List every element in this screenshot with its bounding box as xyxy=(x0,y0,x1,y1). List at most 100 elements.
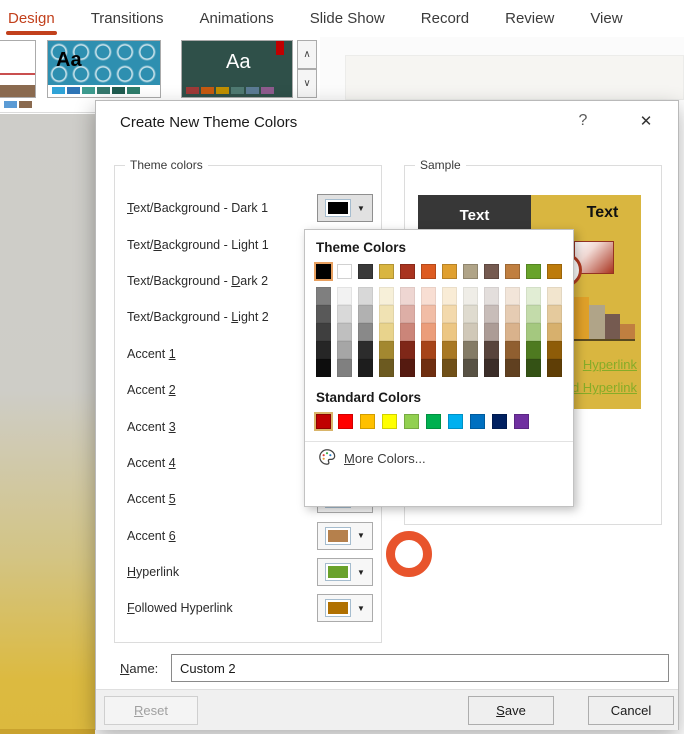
theme-color-variant-swatch[interactable] xyxy=(316,305,331,323)
standard-color-swatch[interactable] xyxy=(382,414,397,429)
theme-color-variant-swatch[interactable] xyxy=(421,323,436,341)
theme-thumbnail-3[interactable]: Aa xyxy=(181,40,293,98)
standard-color-swatch[interactable] xyxy=(470,414,485,429)
standard-color-swatch[interactable] xyxy=(426,414,441,429)
more-colors-button[interactable]: More Colors... xyxy=(316,442,562,475)
theme-color-swatch[interactable] xyxy=(505,264,520,279)
standard-color-swatch[interactable] xyxy=(492,414,507,429)
gallery-scroll-up-button[interactable]: ∧ xyxy=(297,40,317,69)
ribbon-tab-view[interactable]: View xyxy=(590,0,622,37)
theme-color-swatch[interactable] xyxy=(358,264,373,279)
ribbon-tab-design[interactable]: Design xyxy=(8,0,55,37)
close-icon[interactable]: ✕ xyxy=(634,112,658,130)
theme-color-swatch[interactable] xyxy=(379,264,394,279)
theme-color-variant-swatch[interactable] xyxy=(400,341,415,359)
theme-color-variant-swatch[interactable] xyxy=(337,359,352,377)
help-icon[interactable]: ? xyxy=(572,112,594,130)
theme-color-variant-swatch[interactable] xyxy=(316,323,331,341)
theme-color-variant-swatch[interactable] xyxy=(400,287,415,305)
theme-color-swatch[interactable] xyxy=(400,264,415,279)
theme-color-variant-swatch[interactable] xyxy=(358,305,373,323)
color-dropdown-button-0[interactable]: ▼ xyxy=(317,194,373,222)
standard-color-swatch[interactable] xyxy=(316,414,331,429)
theme-color-variant-swatch[interactable] xyxy=(505,323,520,341)
theme-color-variant-swatch[interactable] xyxy=(337,287,352,305)
theme-color-variant-swatch[interactable] xyxy=(526,359,541,377)
theme-color-variant-swatch[interactable] xyxy=(505,287,520,305)
theme-color-swatch[interactable] xyxy=(484,264,499,279)
theme-color-variant-swatch[interactable] xyxy=(463,359,478,377)
theme-color-variant-swatch[interactable] xyxy=(484,287,499,305)
theme-color-swatch[interactable] xyxy=(547,264,562,279)
theme-color-variant-swatch[interactable] xyxy=(463,341,478,359)
theme-color-variant-swatch[interactable] xyxy=(547,341,562,359)
theme-color-variant-swatch[interactable] xyxy=(316,287,331,305)
theme-color-variant-swatch[interactable] xyxy=(526,323,541,341)
standard-color-swatch[interactable] xyxy=(338,414,353,429)
theme-color-variant-swatch[interactable] xyxy=(358,359,373,377)
theme-color-swatch[interactable] xyxy=(526,264,541,279)
gallery-scroll-down-button[interactable]: ∨ xyxy=(297,69,317,98)
theme-color-variant-swatch[interactable] xyxy=(442,341,457,359)
theme-color-variant-swatch[interactable] xyxy=(463,323,478,341)
theme-color-variant-swatch[interactable] xyxy=(547,305,562,323)
theme-color-variant-swatch[interactable] xyxy=(316,341,331,359)
theme-color-variant-swatch[interactable] xyxy=(463,287,478,305)
ribbon-tab-slide-show[interactable]: Slide Show xyxy=(310,0,385,37)
theme-color-swatch[interactable] xyxy=(337,264,352,279)
theme-color-variant-swatch[interactable] xyxy=(526,287,541,305)
theme-color-variant-swatch[interactable] xyxy=(337,323,352,341)
theme-color-variant-swatch[interactable] xyxy=(379,323,394,341)
theme-color-variant-swatch[interactable] xyxy=(421,341,436,359)
theme-color-variant-swatch[interactable] xyxy=(547,323,562,341)
theme-color-variant-swatch[interactable] xyxy=(421,305,436,323)
theme-color-variant-swatch[interactable] xyxy=(442,305,457,323)
save-button[interactable]: Save xyxy=(468,696,554,725)
ribbon-tab-review[interactable]: Review xyxy=(505,0,554,37)
standard-color-swatch[interactable] xyxy=(514,414,529,429)
theme-color-variant-swatch[interactable] xyxy=(505,359,520,377)
theme-color-variant-swatch[interactable] xyxy=(421,287,436,305)
ribbon-tab-transitions[interactable]: Transitions xyxy=(91,0,164,37)
theme-color-variant-swatch[interactable] xyxy=(484,305,499,323)
theme-color-variant-swatch[interactable] xyxy=(379,359,394,377)
color-dropdown-button-10[interactable]: ▼ xyxy=(317,558,373,586)
theme-color-variant-swatch[interactable] xyxy=(337,305,352,323)
theme-color-variant-swatch[interactable] xyxy=(400,359,415,377)
theme-color-swatch[interactable] xyxy=(463,264,478,279)
theme-color-variant-swatch[interactable] xyxy=(442,287,457,305)
theme-color-swatch[interactable] xyxy=(442,264,457,279)
theme-color-swatch[interactable] xyxy=(316,264,331,279)
theme-color-variant-swatch[interactable] xyxy=(358,341,373,359)
theme-thumbnail-1[interactable] xyxy=(0,40,36,98)
theme-color-variant-swatch[interactable] xyxy=(484,359,499,377)
theme-color-variant-swatch[interactable] xyxy=(358,287,373,305)
color-dropdown-button-9[interactable]: ▼ xyxy=(317,522,373,550)
theme-color-variant-swatch[interactable] xyxy=(526,305,541,323)
theme-color-variant-swatch[interactable] xyxy=(337,341,352,359)
theme-color-variant-swatch[interactable] xyxy=(463,305,478,323)
theme-color-variant-swatch[interactable] xyxy=(484,341,499,359)
theme-color-variant-swatch[interactable] xyxy=(442,323,457,341)
theme-color-variant-swatch[interactable] xyxy=(358,323,373,341)
theme-color-variant-swatch[interactable] xyxy=(547,359,562,377)
theme-color-variant-swatch[interactable] xyxy=(484,323,499,341)
theme-thumbnail-2[interactable]: Aa xyxy=(47,40,161,98)
theme-color-variant-swatch[interactable] xyxy=(316,359,331,377)
theme-color-variant-swatch[interactable] xyxy=(505,305,520,323)
theme-color-variant-swatch[interactable] xyxy=(379,341,394,359)
standard-color-swatch[interactable] xyxy=(404,414,419,429)
theme-color-variant-swatch[interactable] xyxy=(442,359,457,377)
theme-color-variant-swatch[interactable] xyxy=(379,287,394,305)
cancel-button[interactable]: Cancel xyxy=(588,696,674,725)
theme-color-variant-swatch[interactable] xyxy=(547,287,562,305)
theme-color-variant-swatch[interactable] xyxy=(526,341,541,359)
name-input[interactable] xyxy=(171,654,669,682)
standard-color-swatch[interactable] xyxy=(448,414,463,429)
standard-color-swatch[interactable] xyxy=(360,414,375,429)
theme-color-variant-swatch[interactable] xyxy=(505,341,520,359)
theme-color-swatch[interactable] xyxy=(421,264,436,279)
theme-color-variant-swatch[interactable] xyxy=(421,359,436,377)
reset-button[interactable]: Reset xyxy=(104,696,198,725)
color-dropdown-button-11[interactable]: ▼ xyxy=(317,594,373,622)
